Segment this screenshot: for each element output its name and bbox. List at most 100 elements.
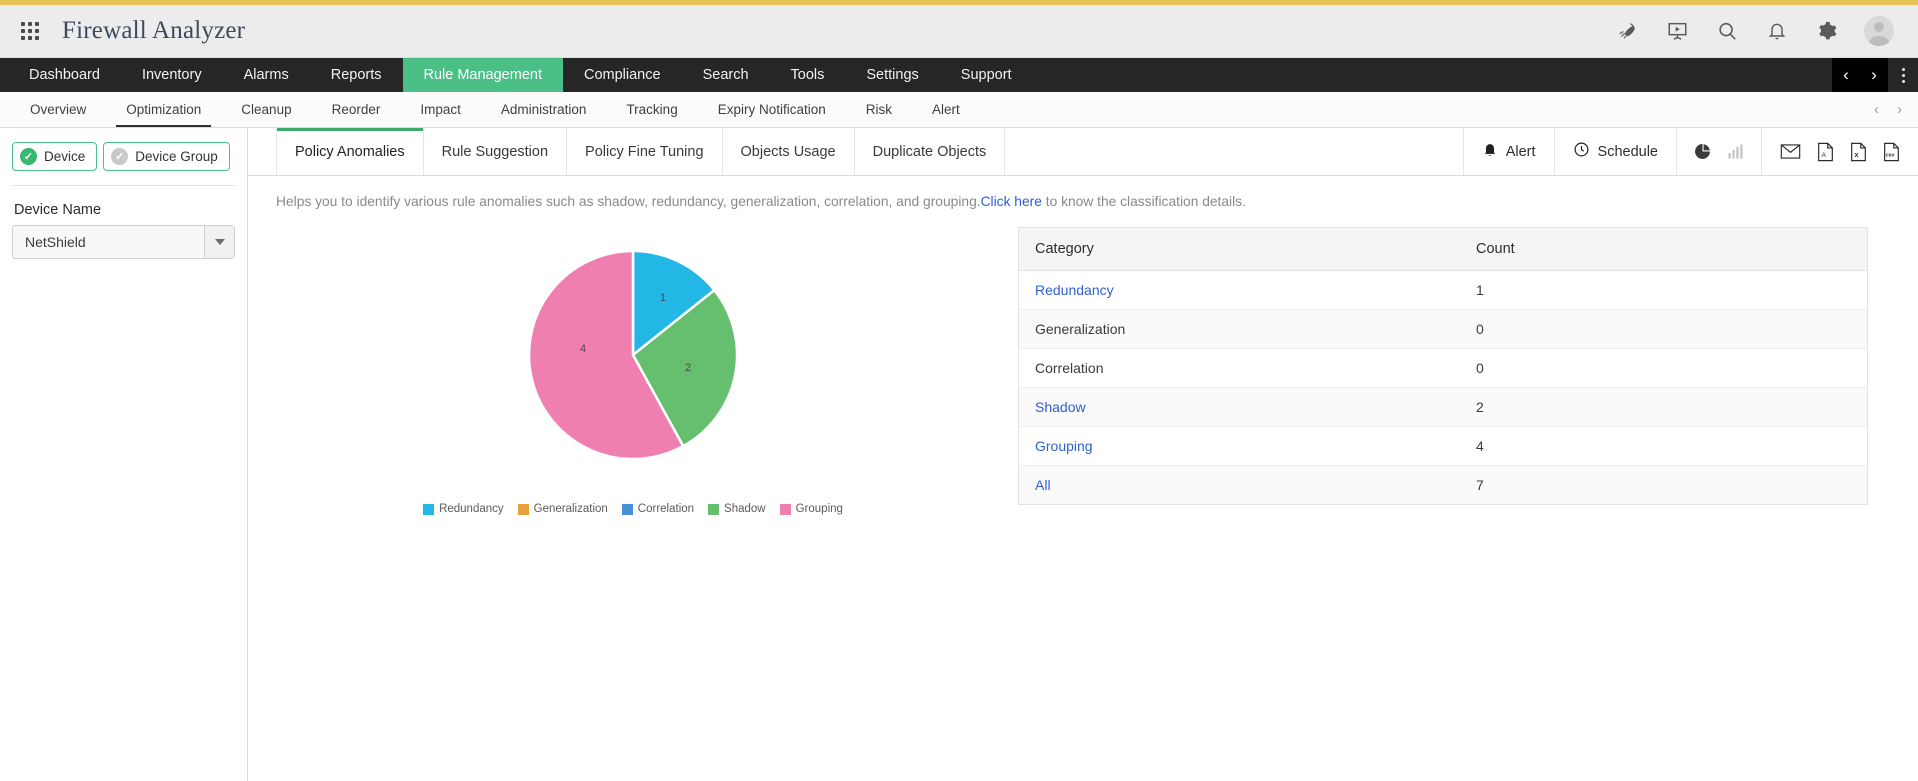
email-icon[interactable]: [1780, 143, 1801, 160]
sub-nav-next-icon[interactable]: ›: [1897, 101, 1902, 118]
category-table-container: Category Count Redundancy 1 Generalizati…: [1018, 221, 1918, 515]
sub-nav-item-impact[interactable]: Impact: [400, 92, 481, 127]
device-scope-toggle-group: ✓ Device ✓ Device Group: [0, 142, 247, 171]
schedule-button[interactable]: Schedule: [1555, 128, 1677, 175]
legend-item-correlation[interactable]: Correlation: [621, 503, 695, 515]
sub-nav-prev-icon[interactable]: ‹: [1874, 101, 1879, 118]
nav-item-compliance[interactable]: Compliance: [563, 58, 682, 92]
legend-swatch-generalization: [517, 503, 529, 515]
anomaly-panel: 1 2 4 Redundancy Generalization Correlat…: [248, 209, 1918, 515]
sub-nav-item-overview[interactable]: Overview: [10, 92, 106, 127]
count-shadow: 2: [1459, 387, 1868, 427]
legend-item-generalization[interactable]: Generalization: [517, 503, 608, 515]
nav-item-reports[interactable]: Reports: [310, 58, 403, 92]
bell-icon[interactable]: [1764, 18, 1790, 44]
gear-icon[interactable]: [1814, 18, 1840, 44]
nav-item-inventory[interactable]: Inventory: [121, 58, 223, 92]
count-all: 7: [1459, 465, 1868, 505]
category-link-redundancy[interactable]: Redundancy: [1035, 282, 1114, 298]
body-wrapper: ✓ Device ✓ Device Group Device Name NetS…: [0, 128, 1918, 781]
sub-nav-item-expiry-notification[interactable]: Expiry Notification: [698, 92, 846, 127]
sub-nav-item-tracking[interactable]: Tracking: [606, 92, 697, 127]
tab-bar-spacer: [1005, 128, 1464, 175]
nav-next-icon[interactable]: ›: [1860, 58, 1888, 92]
table-row: Correlation 0: [1018, 348, 1868, 388]
pie-chart-icon[interactable]: [1693, 142, 1712, 161]
table-row: Generalization 0: [1018, 309, 1868, 349]
legend-label-grouping: Grouping: [795, 503, 843, 515]
column-header-category: Category: [1018, 227, 1460, 271]
legend-item-grouping[interactable]: Grouping: [779, 503, 843, 515]
check-circle-icon: ✓: [111, 148, 129, 165]
nav-arrow-group: ‹ ›: [1832, 58, 1888, 92]
device-toggle-button[interactable]: ✓ Device: [12, 142, 98, 171]
pdf-icon[interactable]: A: [1817, 142, 1834, 162]
category-link-all[interactable]: All: [1035, 477, 1051, 493]
legend-label-correlation: Correlation: [637, 503, 695, 515]
legend-item-shadow[interactable]: Shadow: [708, 503, 766, 515]
app-header: Firewall Analyzer: [0, 5, 1918, 58]
legend-item-redundancy[interactable]: Redundancy: [423, 503, 504, 515]
csv-icon[interactable]: csv: [1883, 142, 1900, 162]
sub-nav-arrow-group: ‹ ›: [1874, 92, 1902, 127]
sub-nav-item-optimization[interactable]: Optimization: [106, 92, 221, 127]
device-group-toggle-button[interactable]: ✓ Device Group: [103, 142, 230, 171]
sub-nav-item-cleanup[interactable]: Cleanup: [221, 92, 311, 127]
description-before: Helps you to identify various rule anoma…: [276, 194, 981, 209]
bar-chart-icon[interactable]: [1726, 142, 1745, 161]
category-link-shadow[interactable]: Shadow: [1035, 399, 1086, 415]
alert-button-label: Alert: [1505, 143, 1536, 160]
chevron-down-icon[interactable]: [204, 226, 234, 258]
device-toggle-label: Device: [44, 149, 86, 164]
nav-item-tools[interactable]: Tools: [770, 58, 846, 92]
sub-nav-item-administration[interactable]: Administration: [481, 92, 607, 127]
device-name-selected-value: NetShield: [25, 234, 86, 250]
classification-details-link[interactable]: Click here: [981, 194, 1042, 209]
rocket-icon[interactable]: [1614, 18, 1640, 44]
nav-item-dashboard[interactable]: Dashboard: [8, 58, 121, 92]
tab-bar: Policy Anomalies Rule Suggestion Policy …: [248, 128, 1918, 176]
nav-item-support[interactable]: Support: [940, 58, 1033, 92]
tab-objects-usage[interactable]: Objects Usage: [722, 128, 855, 175]
tab-policy-fine-tuning[interactable]: Policy Fine Tuning: [567, 128, 723, 175]
pie-chart-container: 1 2 4 Redundancy Generalization Correlat…: [248, 221, 1018, 515]
presentation-icon[interactable]: [1664, 18, 1690, 44]
apps-grid-icon[interactable]: [18, 19, 42, 43]
excel-icon[interactable]: x: [1850, 142, 1867, 162]
legend-label-shadow: Shadow: [724, 503, 766, 515]
search-icon[interactable]: [1714, 18, 1740, 44]
device-name-select[interactable]: NetShield: [12, 225, 235, 259]
category-correlation: Correlation: [1018, 348, 1460, 388]
nav-prev-icon[interactable]: ‹: [1832, 58, 1860, 92]
sub-nav-item-reorder[interactable]: Reorder: [312, 92, 401, 127]
tab-rule-suggestion[interactable]: Rule Suggestion: [423, 128, 568, 175]
pie-label-shadow: 2: [685, 362, 691, 374]
alert-button[interactable]: Alert: [1464, 128, 1555, 175]
sub-navigation: Overview Optimization Cleanup Reorder Im…: [0, 92, 1918, 128]
pie-chart-svg: 1 2 4: [527, 249, 739, 461]
nav-item-search[interactable]: Search: [682, 58, 770, 92]
device-name-label: Device Name: [14, 202, 102, 218]
tab-policy-anomalies[interactable]: Policy Anomalies: [276, 128, 424, 175]
svg-text:x: x: [1855, 150, 1859, 159]
description-text: Helps you to identify various rule anoma…: [248, 176, 1918, 209]
legend-swatch-correlation: [621, 503, 633, 515]
avatar[interactable]: [1864, 16, 1894, 46]
export-group: A x csv: [1762, 128, 1918, 175]
tab-duplicate-objects[interactable]: Duplicate Objects: [854, 128, 1006, 175]
description-after: to know the classification details.: [1041, 194, 1246, 209]
chart-type-group: [1677, 128, 1762, 175]
nav-item-alarms[interactable]: Alarms: [223, 58, 310, 92]
pie-label-redundancy: 1: [660, 292, 666, 304]
pie-label-grouping: 4: [580, 343, 586, 355]
sub-nav-item-alert[interactable]: Alert: [912, 92, 980, 127]
category-link-grouping[interactable]: Grouping: [1035, 438, 1093, 454]
category-generalization: Generalization: [1018, 309, 1460, 349]
sub-nav-item-risk[interactable]: Risk: [846, 92, 912, 127]
page-title: Firewall Analyzer: [62, 17, 246, 44]
nav-item-rule-management[interactable]: Rule Management: [402, 58, 563, 92]
more-options-icon[interactable]: [1888, 58, 1918, 92]
table-row: Redundancy 1: [1018, 270, 1868, 310]
table-header-row: Category Count: [1018, 227, 1868, 271]
nav-item-settings[interactable]: Settings: [845, 58, 939, 92]
